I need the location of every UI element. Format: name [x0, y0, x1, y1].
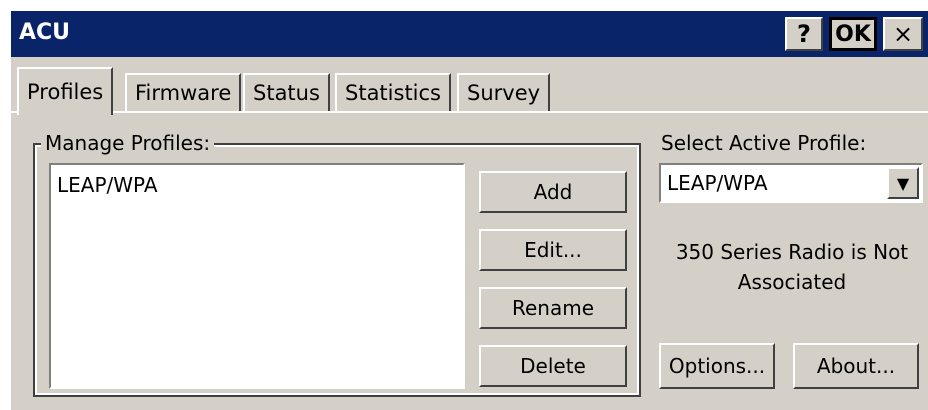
- tab-survey[interactable]: Survey: [457, 73, 551, 111]
- rename-button-label: Rename: [511, 296, 595, 320]
- edit-button-label: Edit...: [524, 238, 582, 262]
- about-button-label: About...: [816, 354, 896, 378]
- list-item[interactable]: LEAP/WPA: [57, 173, 158, 197]
- tab-statistics[interactable]: Statistics: [335, 73, 451, 111]
- rename-button[interactable]: Rename: [479, 287, 627, 329]
- acu-window: ACU ? OK × Profiles Firmware Status Stat…: [10, 10, 928, 410]
- help-button[interactable]: ?: [785, 17, 823, 51]
- profiles-listbox[interactable]: LEAP/WPA: [49, 163, 465, 389]
- active-profile-select[interactable]: LEAP/WPA ▼: [659, 163, 923, 203]
- tab-profiles[interactable]: Profiles: [17, 67, 114, 115]
- close-button[interactable]: ×: [883, 17, 923, 51]
- chevron-down-icon[interactable]: ▼: [887, 167, 919, 199]
- tab-status[interactable]: Status: [243, 73, 330, 111]
- edit-button[interactable]: Edit...: [479, 229, 627, 271]
- active-profile-value: LEAP/WPA: [667, 171, 768, 195]
- title-bar: ACU ? OK ×: [11, 11, 928, 57]
- manage-profiles-label: Manage Profiles:: [41, 131, 215, 155]
- add-button-label: Add: [533, 180, 573, 204]
- delete-button[interactable]: Delete: [479, 345, 627, 387]
- ok-button[interactable]: OK: [829, 17, 877, 51]
- tab-strip: Profiles Firmware Status Statistics Surv…: [11, 67, 928, 115]
- options-button[interactable]: Options...: [659, 343, 775, 389]
- add-button[interactable]: Add: [479, 171, 627, 213]
- options-button-label: Options...: [668, 354, 766, 378]
- tab-firmware[interactable]: Firmware: [125, 73, 242, 111]
- radio-status-text: 350 Series Radio is Not Associated: [675, 240, 909, 294]
- select-active-profile-label: Select Active Profile:: [661, 131, 867, 155]
- window-title: ACU: [19, 20, 71, 45]
- delete-button-label: Delete: [520, 354, 586, 378]
- about-button[interactable]: About...: [793, 343, 919, 389]
- tab-divider: [11, 111, 928, 113]
